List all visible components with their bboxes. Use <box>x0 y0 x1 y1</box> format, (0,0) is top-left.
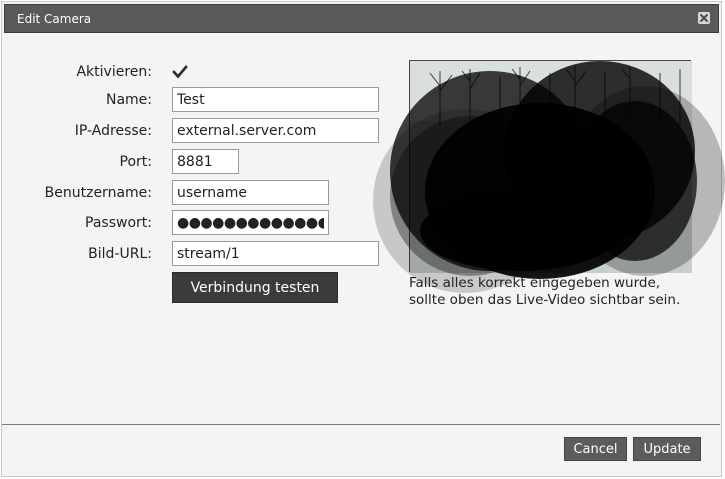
activate-checkbox[interactable] <box>172 64 188 80</box>
close-icon[interactable] <box>698 12 710 24</box>
preview-hint-line1: Falls alles korrekt eingegeben wurde, <box>409 275 661 291</box>
ip-address-input[interactable] <box>172 118 379 143</box>
dialog-titlebar[interactable]: Edit Camera <box>4 4 719 33</box>
preview-hint-line2: sollte oben das Live-Video sichtbar sein… <box>409 292 681 308</box>
port-label: Port: <box>119 154 152 170</box>
ip-label: IP-Adresse: <box>74 123 152 139</box>
image-url-label: Bild-URL: <box>88 246 152 262</box>
name-label: Name: <box>105 92 152 108</box>
camera-preview <box>373 60 725 293</box>
dialog-title: Edit Camera <box>17 12 92 26</box>
password-label: Passwort: <box>85 215 152 231</box>
image-url-input[interactable] <box>172 241 379 266</box>
username-label: Benutzername: <box>44 185 152 201</box>
name-input[interactable] <box>172 87 379 112</box>
cancel-button[interactable]: Cancel <box>564 437 627 461</box>
activate-label: Aktivieren: <box>76 64 152 80</box>
checkmark-icon <box>172 64 188 80</box>
password-input[interactable] <box>172 210 329 235</box>
preview-hint: Falls alles korrekt eingegeben wurde, so… <box>409 275 709 309</box>
username-input[interactable] <box>172 180 329 205</box>
test-connection-button[interactable]: Verbindung testen <box>172 272 338 303</box>
footer-divider <box>2 424 720 425</box>
update-button[interactable]: Update <box>633 437 701 461</box>
camera-image <box>373 61 725 293</box>
port-input[interactable] <box>172 149 239 174</box>
